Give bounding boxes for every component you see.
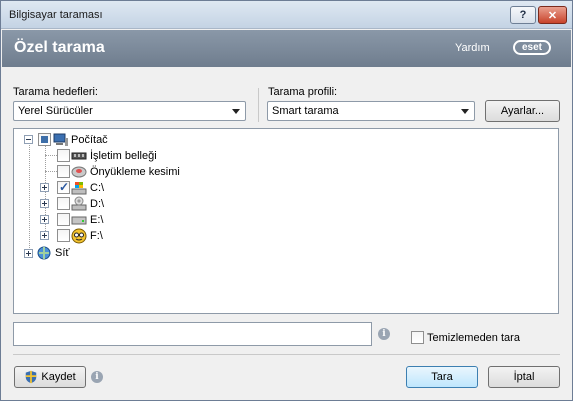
tree-item-label: D:\: [90, 198, 105, 210]
dvd-drive-icon: [71, 196, 87, 211]
chevron-down-icon: [461, 109, 469, 114]
scan-profile-dropdown[interactable]: Smart tarama: [267, 101, 475, 121]
chevron-down-icon: [232, 109, 240, 114]
save-button-label: Kaydet: [41, 371, 76, 383]
scan-path-input[interactable]: [13, 322, 372, 346]
clean-checkbox[interactable]: [411, 331, 424, 344]
hard-drive-icon: [71, 216, 87, 225]
tree-item-label: İşletim belleği: [90, 150, 157, 162]
tree-expand-toggle[interactable]: [24, 249, 33, 258]
tree-connector: [45, 171, 57, 172]
help-button[interactable]: ?: [510, 6, 536, 24]
tree-checkbox-drive-c[interactable]: [57, 180, 70, 194]
page-title: Özel tarama: [14, 39, 105, 56]
scan-targets-value: Yerel Sürücüler: [18, 105, 93, 117]
shield-icon: [26, 370, 37, 384]
tree-item-label: C:\: [90, 182, 105, 194]
scan-profile-label: Tarama profili:: [268, 86, 338, 98]
close-button[interactable]: ✕: [538, 6, 567, 24]
save-button[interactable]: Kaydet: [14, 366, 86, 388]
tree-item-label: F:\: [90, 230, 103, 242]
info-icon[interactable]: i: [91, 371, 103, 383]
eset-logo: eset: [513, 40, 551, 55]
tree-checkbox-root[interactable]: [38, 133, 51, 146]
tree-collapse-toggle[interactable]: [24, 135, 33, 144]
tree-connector: [45, 155, 57, 156]
memory-chip-icon: [71, 152, 87, 160]
removable-drive-icon: [71, 228, 87, 244]
tree-expand-toggle[interactable]: [40, 199, 49, 208]
dialog-window: Bilgisayar taraması ? ✕ Özel tarama Yard…: [0, 0, 573, 401]
network-icon: [37, 246, 51, 260]
scan-profile-value: Smart tarama: [272, 105, 339, 117]
system-drive-icon: [71, 182, 87, 195]
tree-checkbox-boot[interactable]: [57, 165, 70, 178]
title-bar[interactable]: Bilgisayar taraması ? ✕: [1, 1, 572, 29]
tree-checkbox-drive-f[interactable]: [57, 229, 70, 242]
help-icon: ?: [519, 9, 527, 21]
computer-icon: [53, 133, 68, 146]
scan-button[interactable]: Tara: [406, 366, 478, 388]
tree-network-label: Síť: [55, 247, 70, 259]
divider: [13, 354, 560, 355]
tree-root-label: Počítač: [71, 134, 108, 146]
tree-expand-toggle[interactable]: [40, 215, 49, 224]
scan-targets-label: Tarama hedefleri:: [13, 86, 98, 98]
tree-expand-toggle[interactable]: [40, 183, 49, 192]
tree-expand-toggle[interactable]: [40, 231, 49, 240]
tree-item-label: Önyükleme kesimi: [90, 166, 180, 178]
tree-checkbox-drive-d[interactable]: [57, 197, 70, 210]
scan-targets-dropdown[interactable]: Yerel Sürücüler: [13, 101, 246, 121]
divider: [258, 88, 259, 122]
cancel-button[interactable]: İptal: [488, 366, 560, 388]
tree-connector: [29, 142, 30, 254]
settings-button[interactable]: Ayarlar...: [485, 100, 560, 122]
tree-checkbox-drive-e[interactable]: [57, 213, 70, 226]
window-title: Bilgisayar taraması: [9, 9, 103, 21]
header-band: Özel tarama Yardım eset: [2, 30, 571, 67]
tree-checkbox-memory[interactable]: [57, 149, 70, 162]
close-icon: ✕: [547, 9, 558, 22]
disk-icon: [71, 166, 87, 178]
tree-item-label: E:\: [90, 214, 104, 226]
clean-checkbox-label: Temizlemeden tara: [427, 332, 520, 344]
help-link[interactable]: Yardım: [455, 42, 490, 54]
info-icon[interactable]: i: [378, 328, 390, 340]
scan-targets-tree[interactable]: Počítač İşletim belleği Önyükleme kesimi…: [13, 128, 559, 314]
